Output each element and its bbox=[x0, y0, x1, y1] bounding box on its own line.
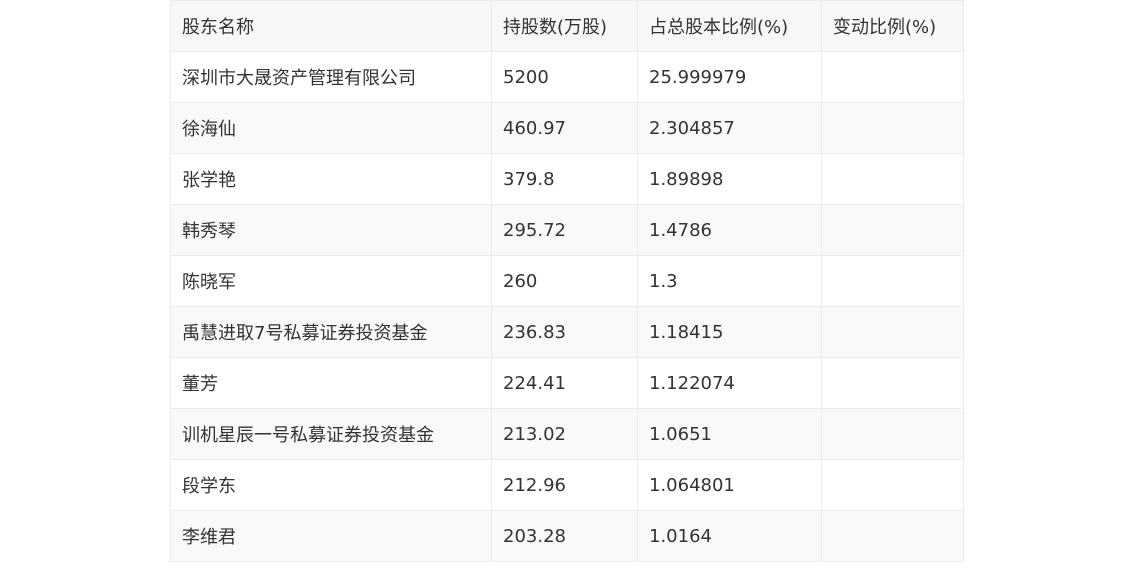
header-shares-held: 持股数(万股) bbox=[491, 0, 638, 52]
header-change-ratio: 变动比例(%) bbox=[821, 0, 964, 52]
table-row: 段学东 212.96 1.064801 bbox=[170, 459, 964, 511]
cell-change-ratio bbox=[821, 102, 964, 154]
shareholder-table-container: 股东名称 持股数(万股) 占总股本比例(%) 变动比例(%) 深圳市大晟资产管理… bbox=[170, 0, 964, 562]
cell-share-ratio: 1.122074 bbox=[637, 357, 822, 409]
cell-shares-held: 460.97 bbox=[491, 102, 638, 154]
table-row: 李维君 203.28 1.0164 bbox=[170, 510, 964, 562]
table-row: 徐海仙 460.97 2.304857 bbox=[170, 102, 964, 154]
cell-shareholder-name: 董芳 bbox=[170, 357, 492, 409]
table-row: 禹慧进取7号私募证券投资基金 236.83 1.18415 bbox=[170, 306, 964, 358]
cell-share-ratio: 1.89898 bbox=[637, 153, 822, 205]
cell-change-ratio bbox=[821, 306, 964, 358]
cell-shareholder-name: 徐海仙 bbox=[170, 102, 492, 154]
table-row: 张学艳 379.8 1.89898 bbox=[170, 153, 964, 205]
cell-shareholder-name: 训机星辰一号私募证券投资基金 bbox=[170, 408, 492, 460]
table-header-row: 股东名称 持股数(万股) 占总股本比例(%) 变动比例(%) bbox=[170, 0, 964, 52]
cell-share-ratio: 1.3 bbox=[637, 255, 822, 307]
cell-shares-held: 224.41 bbox=[491, 357, 638, 409]
cell-shares-held: 379.8 bbox=[491, 153, 638, 205]
cell-change-ratio bbox=[821, 408, 964, 460]
cell-shareholder-name: 韩秀琴 bbox=[170, 204, 492, 256]
cell-change-ratio bbox=[821, 153, 964, 205]
cell-change-ratio bbox=[821, 204, 964, 256]
header-shareholder-name: 股东名称 bbox=[170, 0, 492, 52]
header-share-ratio: 占总股本比例(%) bbox=[637, 0, 822, 52]
cell-change-ratio bbox=[821, 510, 964, 562]
shareholder-table: 股东名称 持股数(万股) 占总股本比例(%) 变动比例(%) 深圳市大晟资产管理… bbox=[170, 0, 964, 562]
table-row: 陈晓军 260 1.3 bbox=[170, 255, 964, 307]
cell-change-ratio bbox=[821, 51, 964, 103]
cell-share-ratio: 1.0164 bbox=[637, 510, 822, 562]
cell-shareholder-name: 深圳市大晟资产管理有限公司 bbox=[170, 51, 492, 103]
table-row: 董芳 224.41 1.122074 bbox=[170, 357, 964, 409]
table-row: 深圳市大晟资产管理有限公司 5200 25.999979 bbox=[170, 51, 964, 103]
cell-shares-held: 295.72 bbox=[491, 204, 638, 256]
cell-shareholder-name: 陈晓军 bbox=[170, 255, 492, 307]
cell-change-ratio bbox=[821, 357, 964, 409]
cell-shareholder-name: 段学东 bbox=[170, 459, 492, 511]
cell-share-ratio: 1.18415 bbox=[637, 306, 822, 358]
cell-change-ratio bbox=[821, 459, 964, 511]
cell-share-ratio: 1.064801 bbox=[637, 459, 822, 511]
cell-change-ratio bbox=[821, 255, 964, 307]
cell-shares-held: 212.96 bbox=[491, 459, 638, 511]
cell-shares-held: 213.02 bbox=[491, 408, 638, 460]
cell-shares-held: 203.28 bbox=[491, 510, 638, 562]
table-row: 训机星辰一号私募证券投资基金 213.02 1.0651 bbox=[170, 408, 964, 460]
cell-shareholder-name: 禹慧进取7号私募证券投资基金 bbox=[170, 306, 492, 358]
cell-share-ratio: 25.999979 bbox=[637, 51, 822, 103]
cell-share-ratio: 1.0651 bbox=[637, 408, 822, 460]
cell-shareholder-name: 张学艳 bbox=[170, 153, 492, 205]
cell-shareholder-name: 李维君 bbox=[170, 510, 492, 562]
cell-share-ratio: 1.4786 bbox=[637, 204, 822, 256]
cell-shares-held: 5200 bbox=[491, 51, 638, 103]
cell-shares-held: 236.83 bbox=[491, 306, 638, 358]
cell-shares-held: 260 bbox=[491, 255, 638, 307]
cell-share-ratio: 2.304857 bbox=[637, 102, 822, 154]
table-row: 韩秀琴 295.72 1.4786 bbox=[170, 204, 964, 256]
